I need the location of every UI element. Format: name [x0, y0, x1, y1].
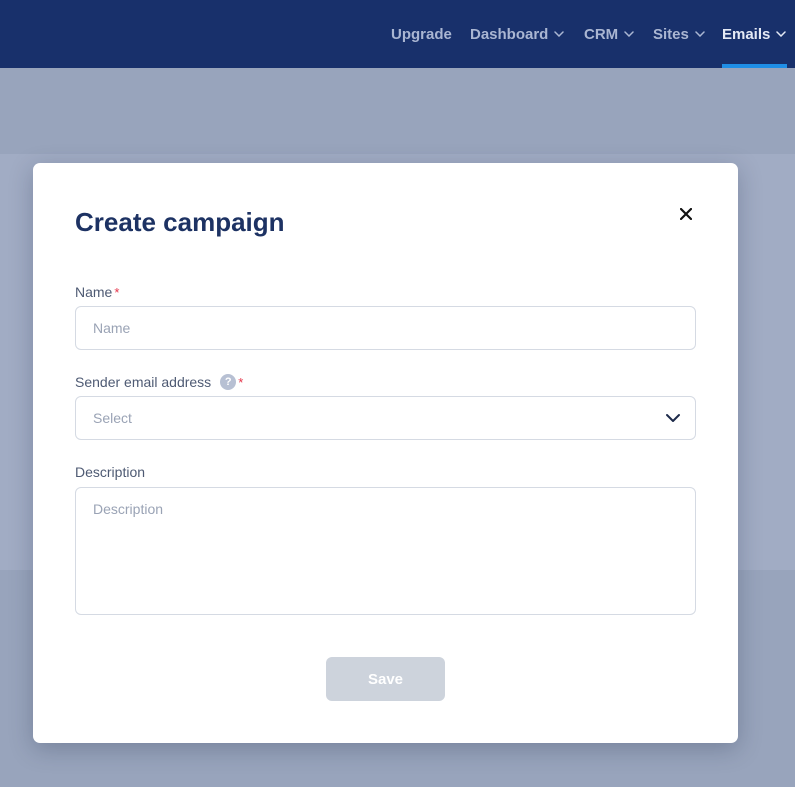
modal-title: Create campaign [75, 207, 285, 237]
close-icon [680, 208, 692, 220]
nav-item-label: Upgrade [391, 25, 452, 43]
nav-item-dashboard[interactable]: Dashboard [470, 0, 565, 68]
nav-item-sites[interactable]: Sites [653, 0, 705, 68]
create-campaign-modal: Create campaign Name * Sender email addr… [33, 163, 738, 743]
help-icon[interactable]: ? [220, 374, 237, 390]
top-navigation-bar: Upgrade Dashboard CRM Sites Emails [0, 0, 795, 68]
description-field-label: Description [75, 464, 145, 480]
nav-item-label: Sites [653, 25, 689, 43]
save-button[interactable]: Save [326, 657, 445, 701]
nav-item-emails[interactable]: Emails [722, 0, 787, 68]
chevron-down-icon [624, 31, 634, 37]
nav-item-label: CRM [584, 25, 619, 43]
name-input[interactable] [75, 306, 696, 350]
name-field-label: Name * [75, 284, 119, 300]
select-value: Select [93, 410, 132, 426]
chevron-down-icon [695, 31, 705, 37]
name-label-text: Name [75, 284, 113, 300]
sender-email-field-label: Sender email address ? * [75, 374, 243, 390]
required-mark: * [238, 374, 244, 390]
description-label-text: Description [75, 464, 146, 480]
nav-item-label: Dashboard [470, 25, 549, 43]
close-button[interactable] [676, 204, 696, 224]
nav-item-crm[interactable]: CRM [584, 0, 634, 68]
nav-item-label: Emails [722, 25, 771, 43]
active-nav-indicator [722, 64, 787, 68]
required-mark: * [114, 284, 120, 300]
chevron-down-icon [776, 31, 787, 37]
sender-email-label-text: Sender email address [75, 374, 212, 390]
nav-item-upgrade[interactable]: Upgrade [391, 0, 452, 68]
description-textarea[interactable] [75, 487, 696, 615]
page-background-top [0, 68, 795, 154]
chevron-down-icon [554, 31, 565, 37]
sender-email-select[interactable]: Select [75, 396, 696, 440]
chevron-down-icon [665, 410, 681, 426]
